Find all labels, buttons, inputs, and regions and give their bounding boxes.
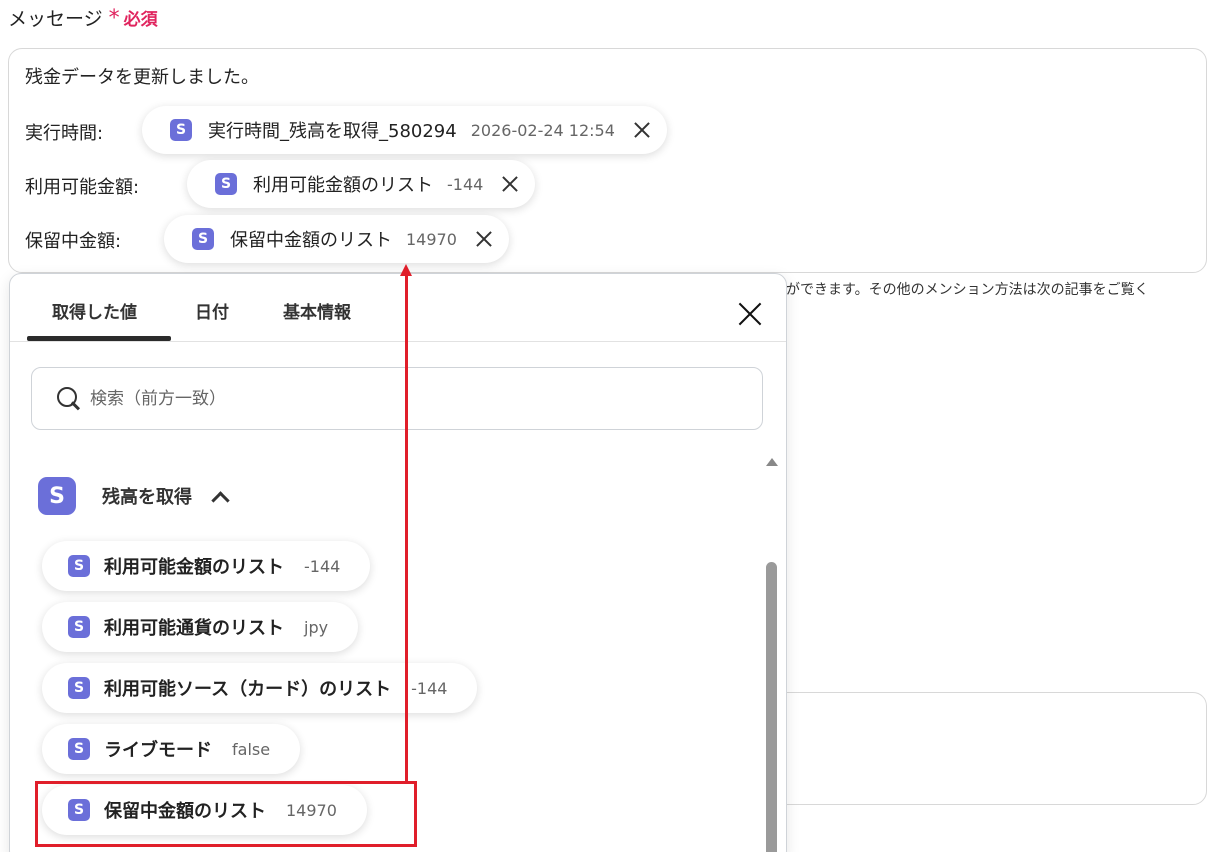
mention-pill-value: 14970 <box>406 229 457 249</box>
mention-pill-pending-amount[interactable]: S 保留中金額のリスト 14970 <box>164 215 509 263</box>
variable-picker-panel: 取得した値 日付 基本情報 S 残高を取得 S 利用可能金額のリスト -144 … <box>9 273 787 852</box>
list-item[interactable]: S ライブモード false <box>42 724 301 774</box>
group-title: 残高を取得 <box>102 487 192 508</box>
list-item-value: -144 <box>304 556 341 576</box>
stripe-icon: S <box>68 616 90 638</box>
close-icon[interactable] <box>631 119 653 141</box>
tab-date[interactable]: 日付 <box>195 298 229 323</box>
scroll-up-arrow-icon[interactable] <box>766 458 778 466</box>
tab-fetched-values[interactable]: 取得した値 <box>52 298 137 323</box>
list-item-label: 利用可能ソース（カード）のリスト <box>104 679 392 700</box>
message-line-1: 残金データを更新しました。 <box>25 67 259 88</box>
active-tab-indicator <box>27 336 171 341</box>
mention-pill-value: 2026-02-24 12:54 <box>470 120 615 140</box>
list-item-label: 利用可能金額のリスト <box>104 557 284 578</box>
annotation-highlight-box <box>35 781 417 847</box>
list-item-label: ライブモード <box>104 740 212 761</box>
row-label-execution-time: 実行時間: <box>25 123 104 144</box>
field-label: メッセージ * 必須 <box>8 4 158 31</box>
stripe-icon: S <box>68 555 90 577</box>
mention-pill-label: 実行時間_残高を取得_580294 <box>208 121 457 142</box>
scrollbar[interactable] <box>764 458 780 852</box>
search-box[interactable] <box>31 367 763 430</box>
tab-basic-info[interactable]: 基本情報 <box>283 298 351 323</box>
row-label-pending-amount: 保留中金額: <box>25 231 122 252</box>
stripe-icon: S <box>192 228 214 250</box>
mention-pill-label: 保留中金額のリスト <box>230 230 392 251</box>
mention-pill-execution-time[interactable]: S 実行時間_残高を取得_580294 2026-02-24 12:54 <box>142 106 667 154</box>
row-label-available-amount: 利用可能金額: <box>25 177 140 198</box>
annotation-arrow-head <box>400 264 412 276</box>
search-input[interactable] <box>90 388 690 409</box>
annotation-arrow-line <box>405 274 408 781</box>
stripe-icon: S <box>38 477 76 515</box>
required-badge: 必須 <box>123 10 158 30</box>
list-item-value: false <box>232 739 271 759</box>
helper-text: ができます。その他のメンション方法は次の記事をご覧く <box>786 282 1149 298</box>
stripe-icon: S <box>68 677 90 699</box>
list-item[interactable]: S 利用可能ソース（カード）のリスト -144 <box>42 663 478 713</box>
stripe-icon: S <box>215 173 237 195</box>
mention-pill-available-amount[interactable]: S 利用可能金額のリスト -144 <box>187 160 536 208</box>
close-icon[interactable] <box>473 228 495 250</box>
field-label-text: メッセージ <box>8 8 103 30</box>
tab-bar: 取得した値 日付 基本情報 <box>10 274 786 342</box>
mention-pill-label: 利用可能金額のリスト <box>253 175 433 196</box>
list-item-value: -144 <box>411 678 448 698</box>
chevron-up-icon[interactable] <box>212 489 226 503</box>
scrollbar-thumb[interactable] <box>766 562 777 852</box>
next-input-field[interactable] <box>770 692 1207 805</box>
list-item[interactable]: S 利用可能通貨のリスト jpy <box>42 602 359 652</box>
stripe-icon: S <box>68 738 90 760</box>
list-item-label: 利用可能通貨のリスト <box>104 618 284 639</box>
message-editor[interactable]: 残金データを更新しました。 実行時間: S 実行時間_残高を取得_580294 … <box>8 48 1207 273</box>
group-header-balance[interactable]: S 残高を取得 <box>38 477 226 515</box>
close-icon[interactable] <box>499 173 521 195</box>
list-item-value: jpy <box>304 617 329 637</box>
mention-pill-value: -144 <box>447 174 484 194</box>
stripe-icon: S <box>170 119 192 141</box>
close-icon[interactable] <box>736 300 764 328</box>
search-icon <box>56 386 82 412</box>
required-asterisk: * <box>108 6 120 31</box>
list-item[interactable]: S 利用可能金額のリスト -144 <box>42 541 371 591</box>
